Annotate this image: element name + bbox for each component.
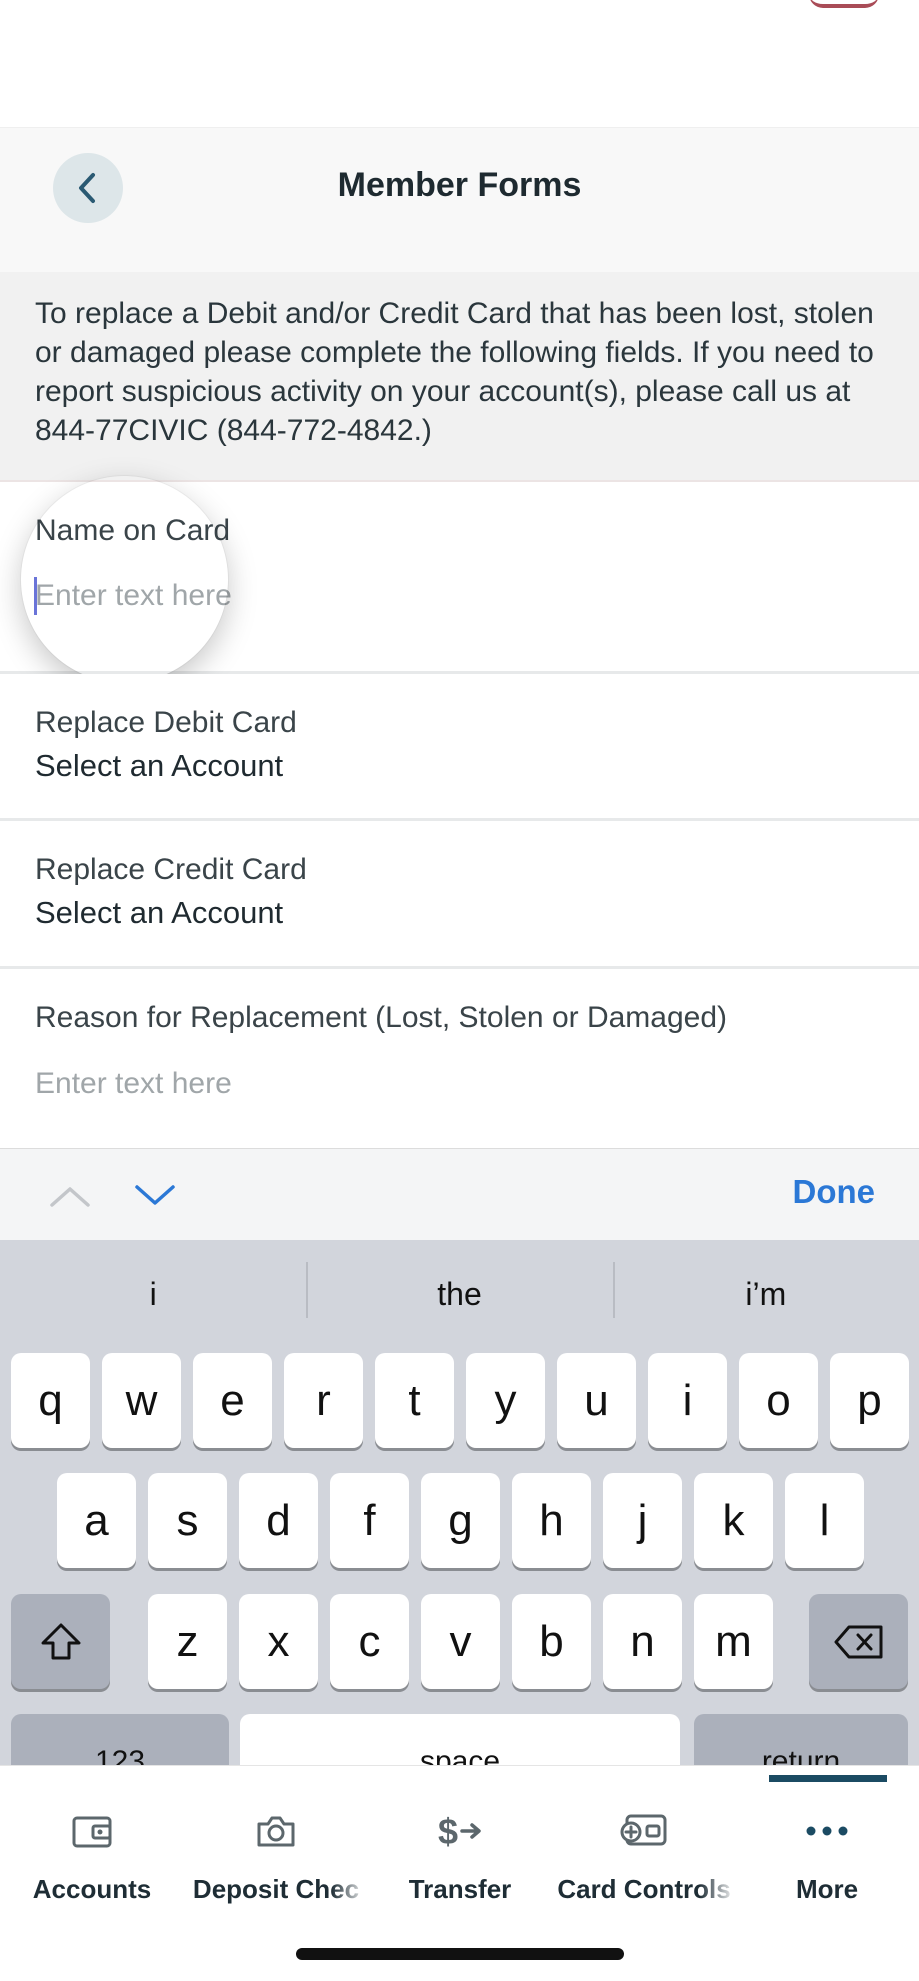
replace-debit-card-label: Replace Debit Card (35, 706, 297, 739)
key-u[interactable]: u (557, 1353, 636, 1448)
chevron-down-icon (135, 1185, 175, 1205)
text-cursor (34, 577, 37, 615)
name-on-card-label: Name on Card (35, 514, 231, 547)
backspace-key[interactable] (809, 1594, 908, 1689)
key-d[interactable]: d (239, 1473, 318, 1568)
next-field-button[interactable] (130, 1171, 180, 1221)
replace-credit-card-select[interactable]: Select an Account (35, 895, 283, 931)
key-v[interactable]: v (421, 1594, 500, 1689)
card-controls-icon (620, 1814, 667, 1846)
home-indicator[interactable] (296, 1948, 624, 1960)
wallet-icon (72, 1816, 112, 1848)
tab-deposit-checks[interactable]: Deposit Chec (184, 1806, 368, 1916)
tab-label: Transfer (408, 1874, 512, 1904)
key-e[interactable]: e (193, 1353, 272, 1448)
tab-accounts[interactable]: Accounts (0, 1806, 184, 1916)
suggestion-item[interactable]: the (306, 1261, 612, 1318)
reason-for-replacement-field[interactable]: Reason for Replacement (Lost, Stolen or … (0, 969, 919, 1148)
dollar-transfer-icon: $ (438, 1811, 481, 1852)
key-h[interactable]: h (512, 1473, 591, 1568)
tab-label: More (795, 1874, 859, 1904)
status-bar-area (0, 0, 919, 127)
reason-for-replacement-input[interactable] (35, 1065, 735, 1103)
tab-label: Card Controls (557, 1874, 731, 1904)
key-s[interactable]: s (148, 1473, 227, 1568)
key-i[interactable]: i (648, 1353, 727, 1448)
key-m[interactable]: m (694, 1594, 773, 1689)
page-title: Member Forms (337, 166, 582, 204)
key-z[interactable]: z (148, 1594, 227, 1689)
key-c[interactable]: c (330, 1594, 409, 1689)
chevron-up-icon (50, 1187, 90, 1207)
space-key[interactable]: space (240, 1714, 680, 1765)
tab-more[interactable]: More (735, 1806, 919, 1916)
key-l[interactable]: l (785, 1473, 864, 1568)
navigation-bar: Member Forms (0, 127, 919, 273)
tab-label: Accounts (32, 1874, 152, 1904)
replace-credit-card-label: Replace Credit Card (35, 853, 307, 886)
key-g[interactable]: g (421, 1473, 500, 1568)
return-key[interactable]: return (694, 1714, 908, 1765)
key-r[interactable]: r (284, 1353, 363, 1448)
on-screen-keyboard: i the i’m q w e r t y u i o p a s d f g … (0, 1240, 919, 1765)
tab-label: Deposit Chec (192, 1874, 360, 1904)
previous-field-button[interactable] (45, 1171, 95, 1221)
key-b[interactable]: b (512, 1594, 591, 1689)
key-x[interactable]: x (239, 1594, 318, 1689)
shift-key[interactable] (11, 1594, 110, 1689)
predictive-suggestions: i the i’m (0, 1240, 919, 1348)
suggestion-item[interactable]: i’m (612, 1261, 919, 1318)
key-n[interactable]: n (603, 1594, 682, 1689)
key-y[interactable]: y (466, 1353, 545, 1448)
suggestion-item[interactable]: i (0, 1276, 306, 1313)
backspace-icon (834, 1625, 882, 1658)
numbers-key[interactable]: 123 (11, 1714, 229, 1765)
name-on-card-input[interactable] (35, 577, 735, 615)
key-q[interactable]: q (11, 1353, 90, 1448)
done-button[interactable]: Done (793, 1173, 876, 1211)
key-t[interactable]: t (375, 1353, 454, 1448)
name-on-card-field[interactable]: Name on Card (0, 482, 919, 674)
svg-text:$: $ (438, 1811, 458, 1852)
shift-icon (41, 1623, 80, 1659)
reason-for-replacement-label: Reason for Replacement (Lost, Stolen or … (35, 1001, 728, 1034)
key-j[interactable]: j (603, 1473, 682, 1568)
active-tab-indicator (769, 1775, 887, 1782)
instructions-text: To replace a Debit and/or Credit Card th… (0, 272, 919, 482)
key-f[interactable]: f (330, 1473, 409, 1568)
replace-debit-card-field[interactable]: Replace Debit Card Select an Account (0, 674, 919, 821)
key-a[interactable]: a (57, 1473, 136, 1568)
keyboard-accessory-bar: Done (0, 1148, 919, 1241)
key-k[interactable]: k (694, 1473, 773, 1568)
key-p[interactable]: p (830, 1353, 909, 1448)
camera-icon (257, 1816, 295, 1847)
key-w[interactable]: w (102, 1353, 181, 1448)
tab-transfer[interactable]: $ Transfer (368, 1806, 552, 1916)
replace-debit-card-select[interactable]: Select an Account (35, 748, 283, 784)
tab-card-controls[interactable]: Card Controls (552, 1806, 736, 1916)
more-dots-icon (806, 1826, 848, 1836)
key-o[interactable]: o (739, 1353, 818, 1448)
replace-credit-card-field[interactable]: Replace Credit Card Select an Account (0, 821, 919, 969)
status-bar-edge (809, 0, 879, 8)
